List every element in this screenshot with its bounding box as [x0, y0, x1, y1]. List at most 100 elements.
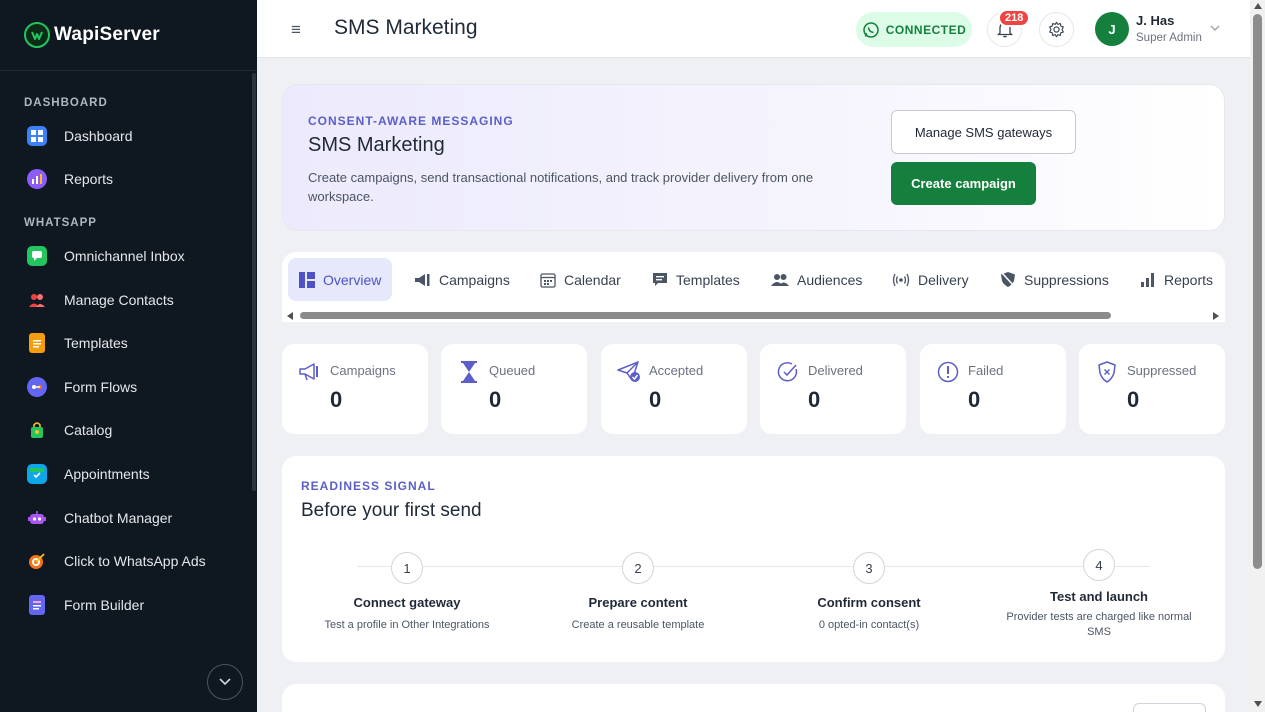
stat-card-failed: Failed 0 — [920, 344, 1066, 434]
tab-delivery[interactable]: Delivery — [881, 258, 980, 301]
readiness-eyebrow: READINESS SIGNAL — [301, 479, 436, 493]
chevron-down-icon — [219, 678, 231, 686]
bar-chart-icon — [1140, 272, 1156, 288]
stat-label: Failed — [968, 363, 1004, 378]
sidebar-item-appointments[interactable]: Appointments — [0, 452, 257, 496]
tabs-scrollbar-thumb[interactable] — [300, 312, 1111, 319]
tab-label: Suppressions — [1024, 271, 1109, 288]
page-scrollbar-thumb[interactable] — [1253, 14, 1262, 569]
readiness-card: READINESS SIGNAL Before your first send … — [282, 456, 1225, 662]
step-connect-gateway: 1 Connect gateway Test a profile in Othe… — [292, 552, 522, 633]
step-number: 4 — [1083, 549, 1115, 581]
stat-label: Accepted — [649, 363, 704, 378]
hero-eyebrow: CONSENT-AWARE MESSAGING — [308, 114, 514, 128]
check-circle-icon — [776, 360, 800, 384]
sidebar-scrollbar[interactable] — [252, 73, 256, 491]
stat-value: 0 — [649, 387, 662, 412]
stat-label: Delivered — [808, 363, 863, 378]
scroll-left-arrow-icon[interactable] — [287, 312, 293, 320]
chevron-down-icon[interactable] — [1210, 20, 1220, 34]
step-description: Provider tests are charged like normal S… — [1006, 611, 1192, 638]
sidebar-item-label: Manage Contacts — [64, 291, 174, 308]
paper-plane-check-icon — [617, 360, 641, 384]
sidebar-item-dashboard[interactable]: Dashboard — [0, 114, 257, 158]
sidebar-item-click-to-whatsapp-ads[interactable]: Click to WhatsApp Ads — [0, 539, 257, 583]
step-description: Create a reusable template — [571, 619, 705, 631]
nav-section-dashboard: DASHBOARD — [24, 97, 108, 109]
brand-name: WapiServer — [54, 24, 160, 45]
step-confirm-consent: 3 Confirm consent 0 opted-in contact(s) — [754, 552, 984, 633]
hero-description: Create campaigns, send transactional not… — [308, 170, 814, 204]
step-title: Test and launch — [1050, 589, 1148, 604]
tab-label: Campaigns — [439, 271, 510, 288]
next-section-card — [282, 684, 1225, 712]
sidebar-item-reports[interactable]: Reports — [0, 158, 257, 202]
sidebar-item-label: Chatbot Manager — [64, 509, 173, 526]
stat-card-campaigns: Campaigns 0 — [282, 344, 428, 434]
sidebar-item-catalog[interactable]: Catalog — [0, 409, 257, 453]
scroll-up-arrow-icon[interactable] — [1254, 3, 1262, 9]
sidebar-item-form-builder[interactable]: Form Builder — [0, 583, 257, 627]
step-description: 0 opted-in contact(s) — [818, 619, 920, 631]
sidebar-item-label: Reports — [64, 171, 114, 188]
sidebar-item-label: Catalog — [64, 422, 113, 439]
tab-suppressions[interactable]: Suppressions — [989, 258, 1120, 301]
create-campaign-button[interactable]: Create campaign — [891, 162, 1036, 205]
tabs-bar: Overview Campaigns Calendar Templates Au… — [282, 252, 1225, 322]
sidebar: WapiServer DASHBOARD Dashboard Reports W… — [0, 0, 257, 712]
alert-circle-icon — [936, 360, 960, 384]
step-title: Confirm consent — [817, 595, 921, 610]
connection-status-badge: CONNECTED — [856, 12, 972, 47]
sidebar-item-label: Templates — [64, 335, 128, 352]
sidebar-item-templates[interactable]: Templates — [0, 321, 257, 365]
tab-label: Overview — [323, 271, 382, 288]
tabs-scrollbar[interactable] — [282, 308, 1225, 322]
page-scrollbar[interactable] — [1250, 0, 1265, 712]
chatbot-icon — [27, 508, 47, 528]
stat-card-queued: Queued 0 — [441, 344, 587, 434]
step-description: Test a profile in Other Integrations — [324, 619, 490, 631]
notification-count-badge: 218 — [998, 9, 1031, 27]
manage-sms-gateways-button[interactable]: Manage SMS gateways — [891, 110, 1076, 154]
user-name[interactable]: J. Has — [1136, 13, 1174, 28]
megaphone-icon — [298, 360, 322, 384]
tab-reports[interactable]: Reports — [1129, 258, 1224, 301]
tab-audiences[interactable]: Audiences — [760, 258, 873, 301]
tab-label: Delivery — [918, 271, 969, 288]
menu-icon[interactable]: ≡ — [291, 20, 301, 40]
sidebar-expand-button[interactable] — [207, 664, 243, 700]
stat-card-delivered: Delivered 0 — [760, 344, 906, 434]
sidebar-item-chatbot-manager[interactable]: Chatbot Manager — [0, 496, 257, 540]
step-number: 2 — [622, 552, 654, 584]
connection-status-label: CONNECTED — [885, 22, 967, 37]
sidebar-item-form-flows[interactable]: Form Flows — [0, 365, 257, 409]
form-builder-icon — [29, 594, 45, 615]
topbar: ≡ SMS Marketing CONNECTED 218 J J. Has S… — [257, 0, 1250, 58]
tab-templates[interactable]: Templates — [641, 258, 751, 301]
brand[interactable]: WapiServer — [0, 0, 257, 71]
stat-label: Queued — [489, 363, 536, 378]
templates-icon — [29, 333, 45, 354]
step-title: Connect gateway — [353, 595, 461, 610]
step-test-and-launch: 4 Test and launch Provider tests are cha… — [984, 549, 1214, 640]
tab-calendar[interactable]: Calendar — [529, 258, 632, 301]
sidebar-item-manage-contacts[interactable]: Manage Contacts — [0, 278, 257, 322]
whatsapp-icon — [862, 21, 879, 38]
scroll-down-arrow-icon[interactable] — [1254, 701, 1262, 707]
settings-button[interactable] — [1039, 12, 1074, 47]
stat-value: 0 — [968, 387, 981, 412]
stat-label: Suppressed — [1127, 363, 1197, 378]
tab-overview[interactable]: Overview — [288, 258, 393, 301]
section-action-button[interactable] — [1133, 703, 1206, 712]
tab-label: Calendar — [564, 271, 621, 288]
tab-campaigns[interactable]: Campaigns — [403, 258, 521, 301]
hero-card: CONSENT-AWARE MESSAGING SMS Marketing Cr… — [282, 84, 1225, 231]
broadcast-icon — [892, 273, 910, 287]
stat-card-suppressed: Suppressed 0 — [1079, 344, 1225, 434]
readiness-title: Before your first send — [301, 500, 482, 521]
sidebar-item-omnichannel-inbox[interactable]: Omnichannel Inbox — [0, 234, 257, 278]
avatar[interactable]: J — [1095, 12, 1129, 46]
sidebar-item-label: Form Flows — [64, 378, 138, 395]
appointments-icon — [27, 463, 47, 484]
scroll-right-arrow-icon[interactable] — [1213, 312, 1219, 320]
